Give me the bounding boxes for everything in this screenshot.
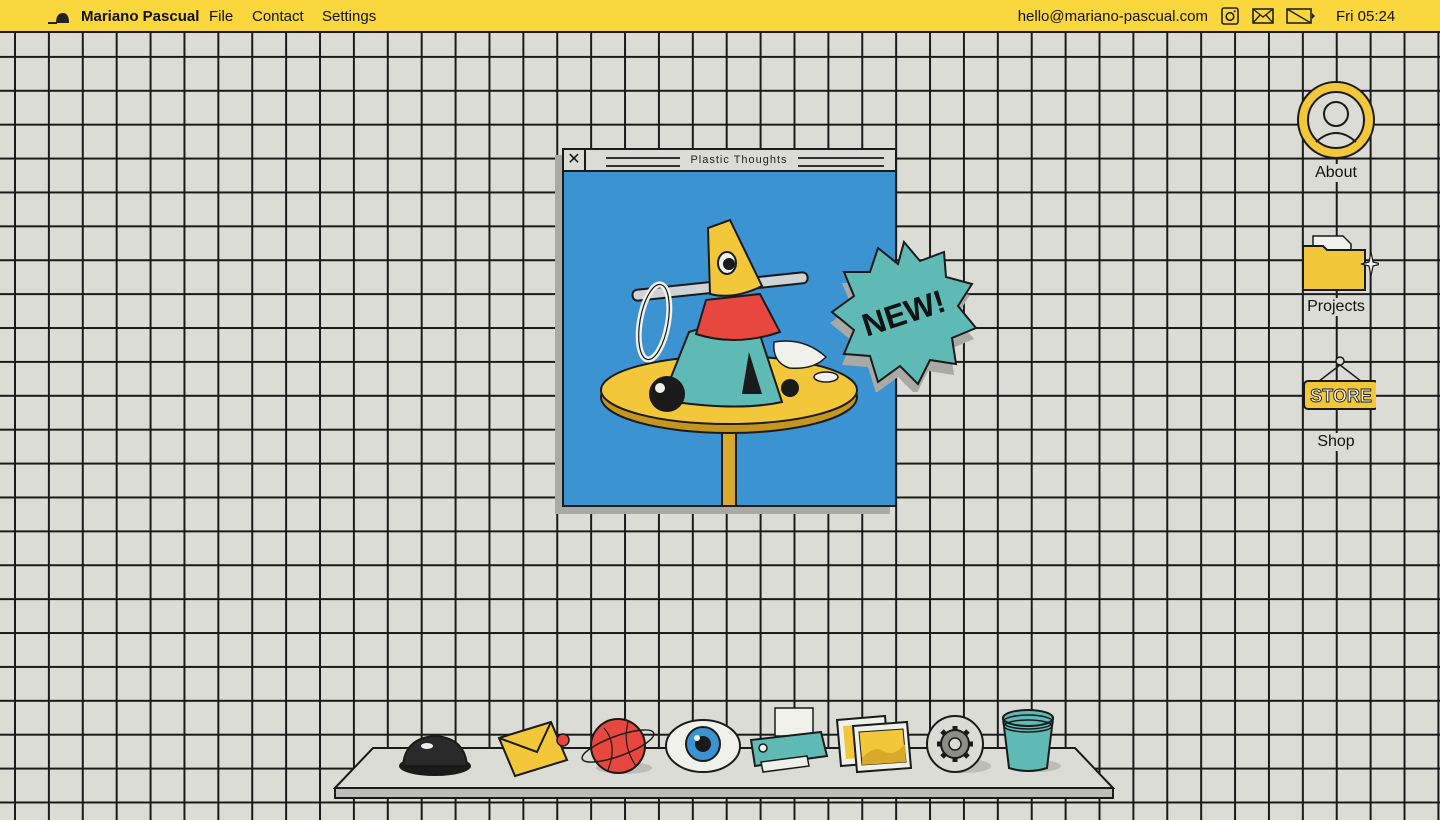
desktop-icon-projects[interactable]: Projects: [1290, 232, 1382, 316]
menu-bar: Mariano Pascual File Contact Settings he…: [0, 0, 1440, 33]
dome-icon[interactable]: [397, 732, 473, 778]
gear-icon[interactable]: [921, 714, 993, 778]
titlebar-stripes-right: [798, 157, 884, 167]
envelope-icon[interactable]: [495, 718, 573, 778]
window-titlebar[interactable]: ✕ Plastic Thoughts: [564, 150, 895, 172]
desktop-icon-label: Projects: [1304, 298, 1368, 316]
avatar-icon: [1297, 81, 1375, 159]
desktop-icon-about[interactable]: About: [1290, 80, 1382, 182]
titlebar-stripes-left: [606, 157, 680, 167]
battery-icon: [1286, 8, 1315, 24]
trash-bucket-icon[interactable]: [997, 706, 1067, 776]
store-sign-text: STORE: [1310, 386, 1372, 406]
new-badge: NEW!: [830, 239, 978, 392]
desktop-icon-label: About: [1312, 164, 1360, 182]
close-icon[interactable]: ✕: [564, 150, 586, 170]
store-sign-icon: STORE: [1303, 356, 1376, 410]
mail-icon[interactable]: [1252, 7, 1274, 25]
desktop-icon-shop[interactable]: STORE Shop: [1290, 355, 1382, 451]
menu-contact[interactable]: Contact: [252, 8, 304, 25]
instagram-icon[interactable]: [1221, 7, 1239, 25]
desktop-icon-label: Shop: [1314, 433, 1358, 451]
brand-name[interactable]: Mariano Pascual: [81, 8, 199, 25]
dock: [333, 700, 1115, 800]
eye-icon[interactable]: [663, 714, 743, 776]
email-link[interactable]: hello@mariano-pascual.com: [1018, 8, 1208, 25]
window-title: Plastic Thoughts: [690, 154, 788, 166]
planet-icon[interactable]: [578, 714, 658, 780]
folder-icon: [1302, 235, 1379, 291]
menu-file[interactable]: File: [209, 8, 233, 25]
menu-settings[interactable]: Settings: [322, 8, 376, 25]
clock: Fri 05:24: [1336, 8, 1396, 25]
photos-icon[interactable]: [833, 714, 913, 776]
computer-mouse-icon[interactable]: [48, 9, 70, 25]
printer-icon[interactable]: [747, 706, 829, 776]
